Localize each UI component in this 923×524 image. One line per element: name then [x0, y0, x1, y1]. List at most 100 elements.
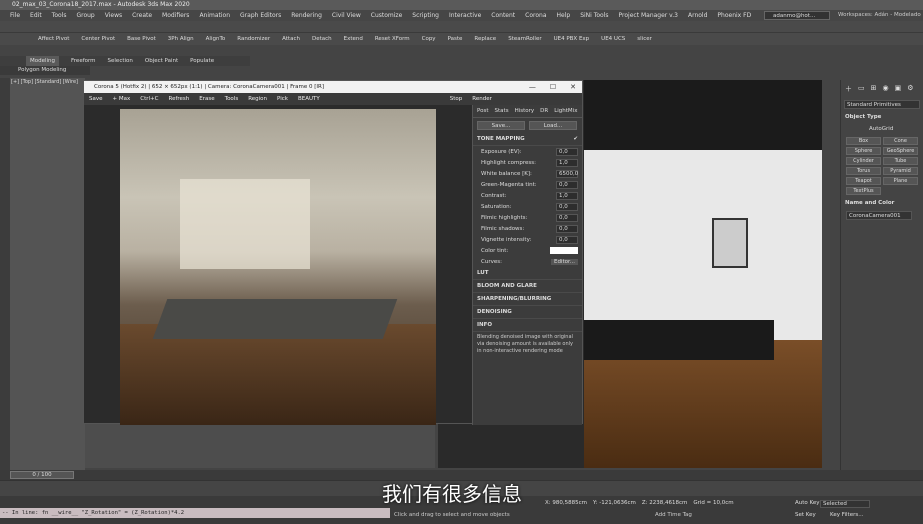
motion-icon[interactable]: ◉: [883, 84, 889, 94]
display-icon[interactable]: ▣: [895, 84, 902, 94]
tone-mapping-header[interactable]: TONE MAPPING ✔: [473, 133, 582, 146]
vfb-region-button[interactable]: Region: [248, 93, 267, 105]
modify-icon[interactable]: ▭: [858, 84, 865, 94]
ribbon-tab-freeform[interactable]: Freeform: [71, 56, 96, 66]
time-slider[interactable]: 0 / 100: [10, 471, 74, 479]
tool-paste[interactable]: Paste: [448, 33, 463, 45]
menu-item-help[interactable]: Help: [557, 10, 571, 21]
section-lut[interactable]: LUT: [473, 267, 582, 280]
create-tube-button[interactable]: Tube: [883, 157, 918, 165]
create-plane-button[interactable]: Plane: [883, 177, 918, 185]
create-teapot-button[interactable]: Teapot: [846, 177, 881, 185]
maximize-icon[interactable]: ☐: [550, 81, 556, 93]
stop-button[interactable]: Stop: [450, 93, 463, 105]
menu-item-scripting[interactable]: Scripting: [412, 10, 439, 21]
menu-item-group[interactable]: Group: [76, 10, 94, 21]
create-textplus-button[interactable]: TextPlus: [846, 187, 881, 195]
param-value[interactable]: 6500,0: [556, 169, 578, 178]
tool-center-pivot[interactable]: Center Pivot: [81, 33, 115, 45]
param-value[interactable]: 0,0: [556, 180, 578, 189]
minimize-icon[interactable]: —: [529, 81, 536, 93]
create-pyramid-button[interactable]: Pyramid: [883, 167, 918, 175]
param-value[interactable]: 0,0: [556, 224, 578, 233]
menu-item-animation[interactable]: Animation: [199, 10, 230, 21]
menu-item-views[interactable]: Views: [105, 10, 122, 21]
menu-item-arnold[interactable]: Arnold: [688, 10, 707, 21]
section-sharpening-blurring[interactable]: SHARPENING/BLURRING: [473, 293, 582, 306]
tool-base-pivot[interactable]: Base Pivot: [127, 33, 156, 45]
param-value[interactable]: 1,0: [556, 158, 578, 167]
create-cylinder-button[interactable]: Cylinder: [846, 157, 881, 165]
add-time-tag[interactable]: Add Time Tag: [655, 512, 692, 518]
tab-lightmix[interactable]: LightMix: [554, 108, 577, 114]
utilities-icon[interactable]: ⚙: [907, 84, 913, 94]
object-name-field[interactable]: CoronaCamera001: [846, 211, 912, 220]
menu-item-content[interactable]: Content: [491, 10, 515, 21]
tab-history[interactable]: History: [515, 108, 535, 114]
vfb-pick-button[interactable]: Pick: [277, 93, 288, 105]
create-box-button[interactable]: Box: [846, 137, 881, 145]
ribbon-tab-selection[interactable]: Selection: [108, 56, 133, 66]
ribbon-tab-populate[interactable]: Populate: [190, 56, 214, 66]
menu-item-file[interactable]: File: [10, 10, 20, 21]
create-cone-button[interactable]: Cone: [883, 137, 918, 145]
tool-3ph-align[interactable]: 3Ph Align: [168, 33, 194, 45]
menu-item-tools[interactable]: Tools: [52, 10, 67, 21]
menu-item-customize[interactable]: Customize: [371, 10, 403, 21]
menu-item-phoenix-fd[interactable]: Phoenix FD: [717, 10, 751, 21]
tool-detach[interactable]: Detach: [312, 33, 332, 45]
left-viewport[interactable]: [+] [Top] [Standard] [Wire]: [10, 78, 85, 470]
menu-item-corona[interactable]: Corona: [525, 10, 546, 21]
tool-attach[interactable]: Attach: [282, 33, 300, 45]
create-icon[interactable]: ＋: [845, 84, 852, 94]
ribbon-tab-object-paint[interactable]: Object Paint: [145, 56, 178, 66]
camera-viewport[interactable]: [584, 80, 822, 468]
tool-affect-pivot[interactable]: Affect Pivot: [38, 33, 69, 45]
param-value[interactable]: 0,0: [556, 235, 578, 244]
create-sphere-button[interactable]: Sphere: [846, 147, 881, 155]
corona-vfb-window[interactable]: Corona 5 (Hotfix 2) | 652 × 652px (1:1) …: [83, 80, 583, 425]
section-denoising[interactable]: DENOISING: [473, 306, 582, 319]
x-coord[interactable]: X: 980,5885cm: [545, 500, 587, 506]
y-coord[interactable]: Y: -121,0636cm: [593, 500, 636, 506]
checkbox-icon[interactable]: ✔: [573, 136, 578, 142]
curves-editor-button[interactable]: Editor...: [550, 258, 578, 265]
object-type-header[interactable]: Object Type: [841, 111, 923, 123]
vfb--max-button[interactable]: + Max: [113, 93, 131, 105]
create-torus-button[interactable]: Torus: [846, 167, 881, 175]
maxscript-listener[interactable]: -- In line: fn __wire__ "Z_Rotation" = (…: [0, 508, 390, 518]
tool-extend[interactable]: Extend: [344, 33, 363, 45]
save-settings-button[interactable]: Save...: [477, 121, 525, 130]
menu-item-graph-editors[interactable]: Graph Editors: [240, 10, 281, 21]
param-value[interactable]: 0,0: [556, 147, 578, 156]
create-geosphere-button[interactable]: GeoSphere: [883, 147, 918, 155]
workspace-label[interactable]: Workspaces: Adán - Modelado: [838, 12, 921, 18]
menu-item-edit[interactable]: Edit: [30, 10, 42, 21]
tool-slicer[interactable]: slicer: [637, 33, 652, 45]
autogrid-checkbox[interactable]: AutoGrid: [841, 123, 923, 135]
tool-ue4-pbx-exp[interactable]: UE4 PBX Exp: [554, 33, 590, 45]
param-value[interactable]: 1,0: [556, 191, 578, 200]
param-value[interactable]: 0,0: [556, 202, 578, 211]
menu-item-sini-tools[interactable]: SiNi Tools: [580, 10, 608, 21]
vfb-tools-button[interactable]: Tools: [225, 93, 239, 105]
name-color-header[interactable]: Name and Color: [841, 197, 923, 209]
z-coord[interactable]: Z: 2238,4618cm: [642, 500, 688, 506]
menu-item-rendering[interactable]: Rendering: [291, 10, 322, 21]
viewport-label[interactable]: [+] [Top] [Standard] [Wire]: [11, 79, 78, 85]
menu-item-interactive[interactable]: Interactive: [449, 10, 481, 21]
user-account-field[interactable]: adanmo@hot...: [764, 11, 830, 20]
auto-key-button[interactable]: Auto Key: [795, 500, 820, 506]
menu-item-modifiers[interactable]: Modifiers: [162, 10, 189, 21]
close-icon[interactable]: ✕: [570, 81, 576, 93]
tool-ue4-ucs[interactable]: UE4 UCS: [601, 33, 625, 45]
tool-copy[interactable]: Copy: [422, 33, 436, 45]
color-tint-swatch[interactable]: [550, 247, 578, 254]
tab-stats[interactable]: Stats: [495, 108, 509, 114]
key-filters-button[interactable]: Key Filters...: [830, 512, 863, 518]
channel-dropdown[interactable]: BEAUTY: [298, 93, 320, 105]
set-key-button[interactable]: Set Key: [795, 512, 816, 518]
tool-alignto[interactable]: AlignTo: [206, 33, 226, 45]
load-settings-button[interactable]: Load...: [529, 121, 577, 130]
vfb-erase-button[interactable]: Erase: [199, 93, 214, 105]
